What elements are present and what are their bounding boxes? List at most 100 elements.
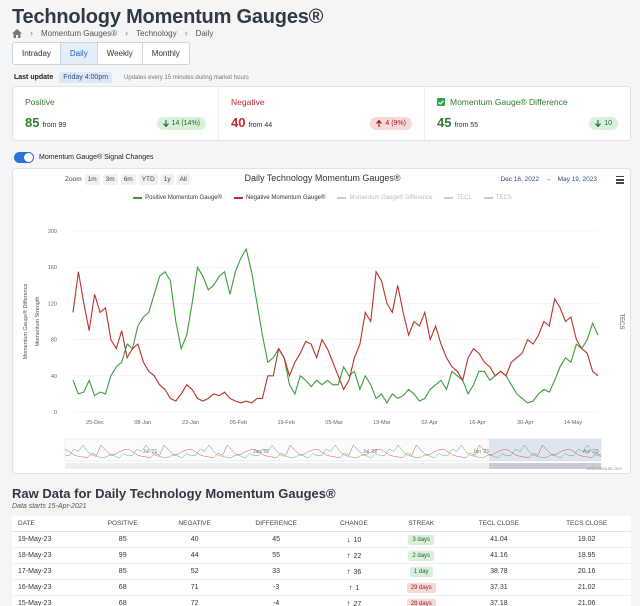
breadcrumb-separator: › bbox=[184, 28, 188, 38]
tab-weekly[interactable]: Weekly bbox=[98, 43, 143, 64]
streak-badge: 28 days bbox=[406, 599, 436, 606]
breadcrumb-item[interactable]: Momentum Gauges® bbox=[41, 29, 117, 38]
col-positive[interactable]: POSITIVE bbox=[87, 516, 158, 532]
y-tick-label: 160 bbox=[48, 265, 57, 271]
arrow-up-icon: ↑ bbox=[346, 599, 351, 606]
col-negative[interactable]: NEGATIVE bbox=[157, 516, 232, 532]
x-tick-label: 30-Apr bbox=[517, 420, 534, 426]
negative-change-badge: 4 (9%) bbox=[370, 117, 412, 130]
date-from-input[interactable]: Dec 16, 2022 bbox=[500, 176, 539, 183]
menu-icon[interactable] bbox=[616, 176, 624, 186]
cell-positive: 99 bbox=[87, 547, 158, 564]
chart-legend: Positive Momentum Gauge® Negative Moment… bbox=[13, 195, 632, 201]
home-icon[interactable] bbox=[12, 28, 22, 38]
legend-tecs[interactable]: TECS bbox=[483, 195, 512, 201]
tab-daily[interactable]: Daily bbox=[60, 43, 98, 64]
cell-tecs-close: 18.95 bbox=[542, 547, 631, 564]
y-tick-label: 120 bbox=[48, 301, 57, 307]
col-difference[interactable]: DIFFERENCE bbox=[231, 516, 321, 532]
cell-negative: 71 bbox=[157, 579, 232, 596]
y-axis-right-label: TECS bbox=[618, 313, 624, 329]
cell-positive: 68 bbox=[87, 595, 158, 606]
positive-series-line bbox=[72, 247, 599, 404]
cell-date: 16-May-23 bbox=[12, 579, 88, 596]
table-row: 15-May-23 68 72 -4 ↑ 27 28 days 37.18 21.06 bbox=[12, 595, 631, 606]
signal-changes-toggle[interactable] bbox=[14, 152, 34, 163]
cell-negative: 44 bbox=[157, 547, 232, 564]
breadcrumb-item: Daily bbox=[195, 28, 214, 38]
last-update-value: Friday 4:00pm bbox=[59, 72, 113, 83]
chart-plot[interactable]: 0 40 80 120 160 200 25-Dec 08-Jan 22-Jan 05-Feb 19… bbox=[13, 169, 632, 475]
x-tick-label: 05-Mar bbox=[325, 420, 343, 426]
chart-credit: vmbreakouts.com bbox=[586, 466, 622, 471]
navigator-label: Apr '23 bbox=[583, 449, 599, 455]
cell-streak: 3 days bbox=[387, 531, 456, 548]
col-streak[interactable]: STREAK bbox=[387, 516, 456, 532]
navigator-label: Jan '22 bbox=[253, 449, 269, 455]
date-to-input[interactable]: May 19, 2023 bbox=[558, 176, 597, 183]
tab-monthly[interactable]: Monthly bbox=[143, 43, 189, 64]
col-change[interactable]: CHANGE bbox=[320, 516, 388, 532]
legend-positive[interactable]: Positive Momentum Gauge® bbox=[133, 195, 222, 201]
positive-label: Positive bbox=[25, 97, 55, 107]
negative-label: Negative bbox=[231, 97, 265, 107]
cell-change: ↑ 27 bbox=[320, 595, 388, 606]
cell-negative: 52 bbox=[157, 563, 232, 580]
cell-tecl-close: 37.31 bbox=[455, 579, 543, 596]
y-axis-label-2: Momentum Strength bbox=[35, 297, 41, 347]
table-row: 16-May-23 68 71 -3 ↑ 1 29 days 37.31 21.02 bbox=[12, 579, 631, 596]
navigator-label: Jul '22 bbox=[363, 449, 378, 455]
navigator-scrollbar-thumb[interactable] bbox=[489, 463, 601, 469]
arrow-up-icon bbox=[376, 120, 383, 127]
cell-change: ↑ 1 bbox=[320, 579, 388, 596]
streak-badge: 2 days bbox=[408, 551, 435, 561]
cell-streak: 1 day bbox=[387, 563, 456, 580]
negative-card: Negative 40 from 44 4 (9%) bbox=[219, 87, 425, 140]
y-tick-label: 200 bbox=[48, 229, 57, 235]
positive-card: Positive 85 from 99 14 (14%) bbox=[13, 87, 219, 140]
momentum-chart: 0 40 80 120 160 200 25-Dec 08-Jan 22-Jan 05-Feb 19… bbox=[12, 168, 631, 474]
y-tick-label: 40 bbox=[51, 374, 57, 380]
breadcrumb-item[interactable]: Technology bbox=[136, 29, 176, 38]
breadcrumb: › Momentum Gauges® › Technology › Daily bbox=[12, 28, 213, 38]
cell-difference: 33 bbox=[231, 563, 321, 580]
cell-date: 19-May-23 bbox=[12, 531, 88, 548]
x-tick-label: 02-Apr bbox=[421, 420, 438, 426]
table-row: 18-May-23 99 44 55 ↑ 22 2 days 41.16 18.95 bbox=[12, 547, 631, 564]
cell-date: 17-May-23 bbox=[12, 563, 88, 580]
cell-streak: 29 days bbox=[387, 579, 456, 596]
streak-badge: 29 days bbox=[406, 583, 436, 593]
cell-positive: 85 bbox=[87, 531, 158, 548]
cell-tecl-close: 38.78 bbox=[455, 563, 543, 580]
legend-tecl[interactable]: TECL bbox=[444, 195, 472, 201]
date-range: Dec 16, 2022 → May 19, 2023 bbox=[500, 176, 597, 183]
breadcrumb-separator: › bbox=[30, 28, 33, 38]
x-tick-label: 16-Apr bbox=[469, 420, 486, 426]
arrow-down-icon bbox=[595, 120, 602, 127]
col-date[interactable]: DATE bbox=[12, 516, 88, 532]
breadcrumb-separator: › bbox=[125, 28, 129, 38]
cell-tecl-close: 41.16 bbox=[455, 547, 543, 564]
y-tick-label: 0 bbox=[54, 410, 57, 416]
cell-difference: 55 bbox=[231, 547, 321, 564]
cell-streak: 2 days bbox=[387, 547, 456, 564]
raw-data-table: DATE POSITIVE NEGATIVE DIFFERENCE CHANGE… bbox=[12, 516, 631, 606]
negative-series-line bbox=[72, 270, 599, 404]
cell-tecl-close: 41.04 bbox=[455, 531, 543, 548]
difference-label: Momentum Gauge® Difference bbox=[450, 97, 568, 107]
cell-change: ↓ 10 bbox=[320, 531, 388, 548]
difference-checkbox[interactable] bbox=[437, 98, 445, 106]
tab-intraday[interactable]: Intraday bbox=[13, 43, 61, 64]
cell-difference: -4 bbox=[231, 595, 321, 606]
update-frequency-note: Updates every 15 minutes during market h… bbox=[124, 74, 249, 81]
cell-positive: 85 bbox=[87, 563, 158, 580]
col-tecs-close[interactable]: TECS CLOSE bbox=[542, 516, 631, 532]
arrow-up-icon: ↑ bbox=[348, 583, 353, 592]
positive-value: 85 from 99 bbox=[25, 115, 67, 130]
gauge-summary-cards: Positive 85 from 99 14 (14%) Negative 40 f… bbox=[12, 86, 631, 141]
legend-negative[interactable]: Negative Momentum Gauge® bbox=[233, 195, 325, 201]
x-tick-label: 25-Dec bbox=[86, 420, 104, 426]
col-tecl-close[interactable]: TECL CLOSE bbox=[455, 516, 543, 532]
navigator-label: Jan '23 bbox=[473, 449, 489, 455]
legend-difference[interactable]: Momentum Gauge® Difference bbox=[337, 195, 432, 201]
